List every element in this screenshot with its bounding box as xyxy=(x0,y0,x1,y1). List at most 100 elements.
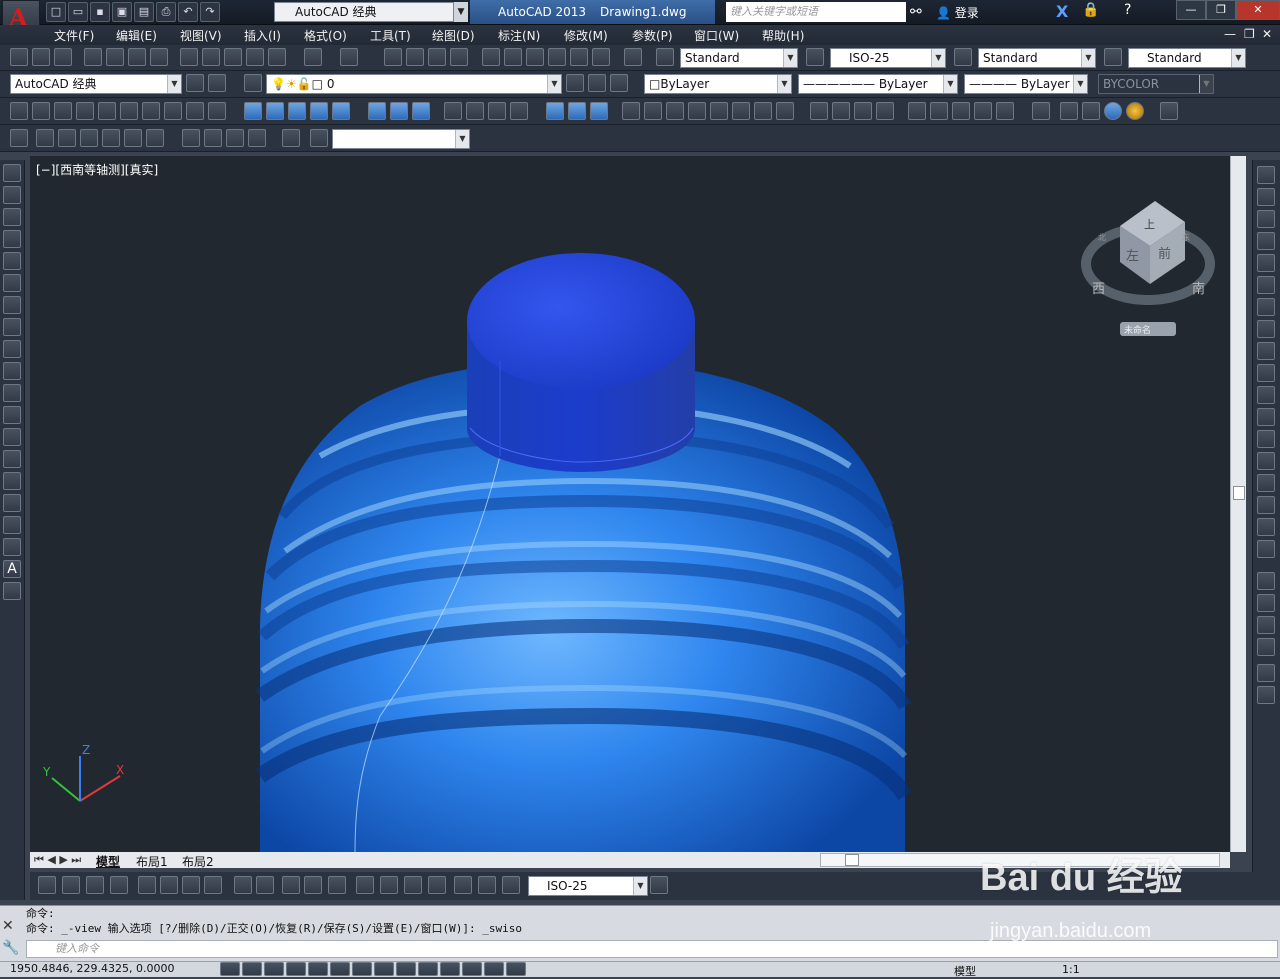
publish-icon[interactable] xyxy=(128,48,146,66)
3d-align-icon[interactable] xyxy=(488,102,506,120)
sweep-icon[interactable] xyxy=(288,102,306,120)
ellipse-icon[interactable] xyxy=(3,362,21,380)
make-current-layer-icon[interactable] xyxy=(566,74,584,92)
plot-icon[interactable] xyxy=(84,48,102,66)
workspace-settings-icon[interactable] xyxy=(186,74,204,92)
taper-faces-icon[interactable] xyxy=(732,102,750,120)
offset-icon[interactable] xyxy=(1257,232,1275,250)
plot-icon[interactable]: ⎙ xyxy=(156,2,176,22)
infer-constraints-icon[interactable] xyxy=(220,962,240,976)
sw-iso-icon[interactable] xyxy=(182,129,200,147)
close-button[interactable]: ✕ xyxy=(1236,0,1280,20)
trim-icon[interactable] xyxy=(1257,364,1275,382)
draw-order-icon[interactable] xyxy=(1257,572,1275,590)
save-icon[interactable]: ▪ xyxy=(90,2,110,22)
paste-icon[interactable] xyxy=(224,48,242,66)
snap-mode-icon[interactable] xyxy=(242,962,262,976)
doc-close-icon[interactable]: ✕ xyxy=(1262,27,1272,41)
lineweight-toggle-icon[interactable] xyxy=(440,962,460,976)
object-snap-tracking-icon[interactable] xyxy=(374,962,394,976)
rectangle-icon[interactable] xyxy=(3,252,21,270)
annotation-scale[interactable]: 1:1 xyxy=(1062,963,1080,976)
properties-icon[interactable] xyxy=(482,48,500,66)
array-icon[interactable] xyxy=(1257,254,1275,272)
multileader-style-icon[interactable] xyxy=(1104,48,1122,66)
workspace-combo[interactable]: AutoCAD 经典 ▼ xyxy=(10,74,182,94)
linear-dim-icon[interactable] xyxy=(38,876,56,894)
menu-help[interactable]: 帮助(H) xyxy=(762,27,804,44)
union-icon[interactable] xyxy=(368,102,386,120)
shell-icon[interactable] xyxy=(930,102,948,120)
dim-space-icon[interactable] xyxy=(304,876,322,894)
camera-icon[interactable] xyxy=(282,129,300,147)
cone-icon[interactable] xyxy=(76,102,94,120)
tab-model[interactable]: 模型 xyxy=(96,853,120,870)
layer-state-icon[interactable] xyxy=(610,74,628,92)
rotate-faces-icon[interactable] xyxy=(710,102,728,120)
dim-style-icon[interactable] xyxy=(806,48,824,66)
subtract-icon[interactable] xyxy=(390,102,408,120)
fillet-icon[interactable] xyxy=(1257,496,1275,514)
tolerance-icon[interactable] xyxy=(356,876,374,894)
union-2-icon[interactable] xyxy=(546,102,564,120)
dim-edit-icon[interactable] xyxy=(454,876,472,894)
material-browser-icon[interactable] xyxy=(1126,102,1144,120)
menu-file[interactable]: 文件(F) xyxy=(54,27,94,44)
ucs-dropdown[interactable]: ▼ xyxy=(332,129,470,149)
intersect-2-icon[interactable] xyxy=(590,102,608,120)
insert-block-icon[interactable] xyxy=(3,406,21,424)
extrude-faces-icon[interactable] xyxy=(622,102,640,120)
presspull-icon[interactable] xyxy=(266,102,284,120)
wedge-icon[interactable] xyxy=(54,102,72,120)
lineweight-dropdown[interactable]: ———— ByLayer ▼ xyxy=(964,74,1088,94)
ordinate-icon[interactable] xyxy=(110,876,128,894)
search-input[interactable]: 键入关键字或短语 xyxy=(726,2,906,22)
circle-icon[interactable] xyxy=(3,296,21,314)
transparency-icon[interactable] xyxy=(462,962,482,976)
right-view-icon[interactable] xyxy=(102,129,120,147)
torus-icon[interactable] xyxy=(142,102,160,120)
new-icon[interactable] xyxy=(10,48,28,66)
bottom-view-icon[interactable] xyxy=(58,129,76,147)
move-faces-icon[interactable] xyxy=(644,102,662,120)
revision-cloud-icon[interactable] xyxy=(3,318,21,336)
dim-text-edit-icon[interactable] xyxy=(478,876,496,894)
gradient-icon[interactable] xyxy=(3,494,21,512)
multiline-text-icon[interactable]: A xyxy=(3,560,21,578)
extend-icon[interactable] xyxy=(1257,386,1275,404)
binoculars-icon[interactable]: ⚯ xyxy=(910,4,922,20)
lights-icon[interactable] xyxy=(1082,102,1100,120)
erase-icon[interactable] xyxy=(1257,166,1275,184)
linetype-dropdown[interactable]: —————— ByLayer ▼ xyxy=(798,74,958,94)
render-icon[interactable] xyxy=(1060,102,1078,120)
login-button[interactable]: 👤 登录 xyxy=(936,4,979,21)
dim-break-icon[interactable] xyxy=(328,876,346,894)
jogged-linear-icon[interactable] xyxy=(428,876,446,894)
ucs-menu-label[interactable]: 未命名 xyxy=(1124,324,1151,336)
section-icon[interactable] xyxy=(996,102,1014,120)
color-edges-icon[interactable] xyxy=(832,102,850,120)
mirror-icon[interactable] xyxy=(1257,210,1275,228)
ortho-mode-icon[interactable] xyxy=(286,962,306,976)
blend-curves-icon[interactable] xyxy=(1257,518,1275,536)
3d-print-icon[interactable] xyxy=(150,48,168,66)
polygon-icon[interactable] xyxy=(3,230,21,248)
tab-layout2[interactable]: 布局2 xyxy=(182,853,214,870)
color-faces-icon[interactable] xyxy=(776,102,794,120)
back-view-icon[interactable] xyxy=(146,129,164,147)
add-selected-icon[interactable] xyxy=(3,582,21,600)
quick-dim-icon[interactable] xyxy=(234,876,252,894)
copy-icon[interactable] xyxy=(202,48,220,66)
copy-edges-icon[interactable] xyxy=(810,102,828,120)
3d-osnap-icon[interactable] xyxy=(352,962,372,976)
redo-icon[interactable] xyxy=(340,48,358,66)
inspection-icon[interactable] xyxy=(404,876,422,894)
center-mark-icon[interactable] xyxy=(380,876,398,894)
render-window-icon[interactable] xyxy=(1160,102,1178,120)
front-view-icon[interactable] xyxy=(124,129,142,147)
close-command-icon[interactable]: ✕ xyxy=(2,918,22,934)
bring-above-icon[interactable] xyxy=(1257,638,1275,656)
dim-style-combo[interactable]: ISO-25 ▼ xyxy=(528,876,648,896)
menu-format[interactable]: 格式(O) xyxy=(304,27,347,44)
ucs-icon[interactable] xyxy=(310,129,328,147)
